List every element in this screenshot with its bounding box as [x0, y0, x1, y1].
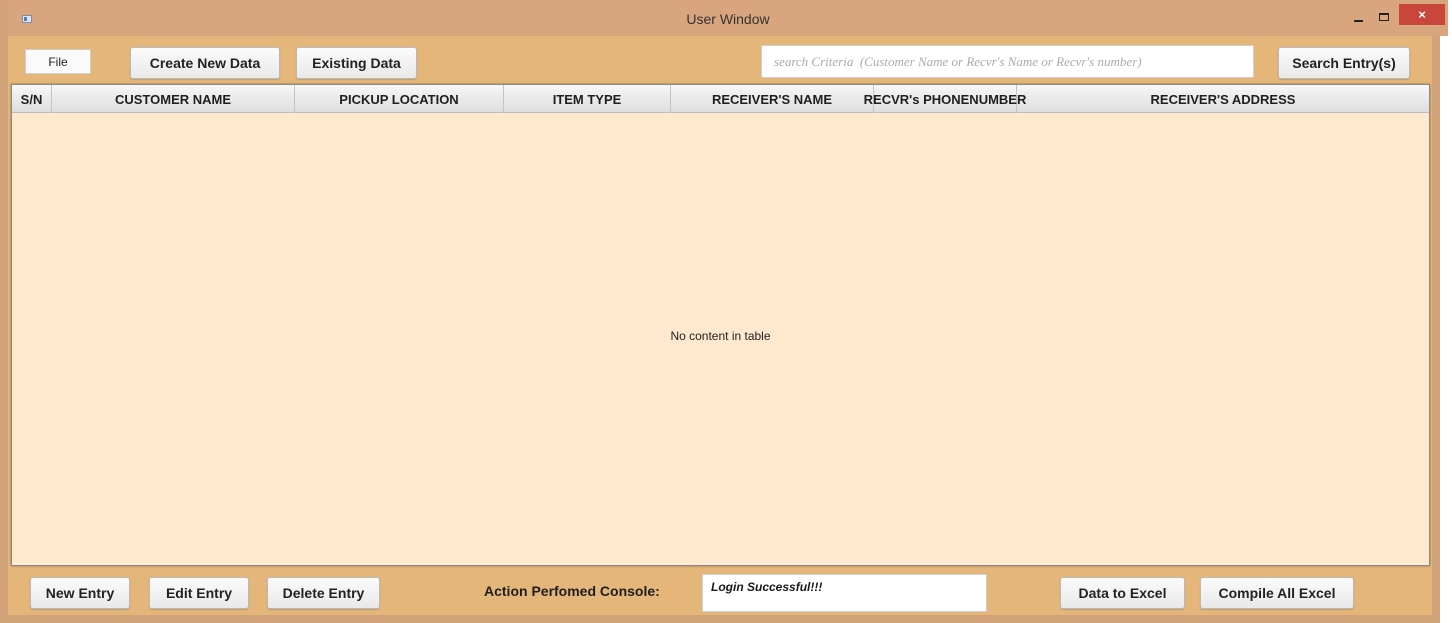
column-header-receivers-address[interactable]: RECEIVER'S ADDRESS: [1017, 85, 1429, 113]
minimize-button[interactable]: [1345, 6, 1371, 28]
search-entries-button[interactable]: Search Entry(s): [1278, 47, 1410, 79]
main-content: File Create New Data Existing Data Searc…: [8, 36, 1432, 615]
close-icon: ×: [1418, 7, 1426, 22]
create-new-data-button[interactable]: Create New Data: [130, 47, 280, 79]
column-header-receivers-name[interactable]: RECEIVER'S NAME: [671, 85, 874, 113]
minimize-icon: [1353, 20, 1363, 22]
title-bar[interactable]: User Window ×: [8, 0, 1448, 36]
edit-entry-button[interactable]: Edit Entry: [149, 577, 249, 609]
action-console: Login Successful!!!: [702, 574, 987, 612]
column-header-sn[interactable]: S/N: [12, 85, 52, 113]
console-label: Action Perfomed Console:: [484, 583, 660, 599]
data-to-excel-button[interactable]: Data to Excel: [1060, 577, 1185, 609]
column-header-customer-name[interactable]: CUSTOMER NAME: [52, 85, 295, 113]
data-table[interactable]: S/N CUSTOMER NAME PICKUP LOCATION ITEM T…: [11, 84, 1430, 566]
column-header-pickup-location[interactable]: PICKUP LOCATION: [295, 85, 504, 113]
compile-all-excel-button[interactable]: Compile All Excel: [1200, 577, 1354, 609]
window-title: User Window: [686, 11, 770, 27]
close-button[interactable]: ×: [1399, 4, 1445, 25]
column-header-recvr-phone[interactable]: RECVR's PHONENUMBER: [864, 85, 1026, 113]
maximize-button[interactable]: [1371, 6, 1397, 28]
empty-table-message: No content in table: [670, 329, 771, 343]
maximize-icon: [1379, 13, 1389, 21]
table-header: S/N CUSTOMER NAME PICKUP LOCATION ITEM T…: [12, 85, 1429, 113]
column-header-item-type[interactable]: ITEM TYPE: [504, 85, 671, 113]
file-menu[interactable]: File: [25, 49, 91, 74]
search-input[interactable]: [761, 45, 1254, 78]
existing-data-button[interactable]: Existing Data: [296, 47, 417, 79]
new-entry-button[interactable]: New Entry: [30, 577, 130, 609]
delete-entry-button[interactable]: Delete Entry: [267, 577, 380, 609]
